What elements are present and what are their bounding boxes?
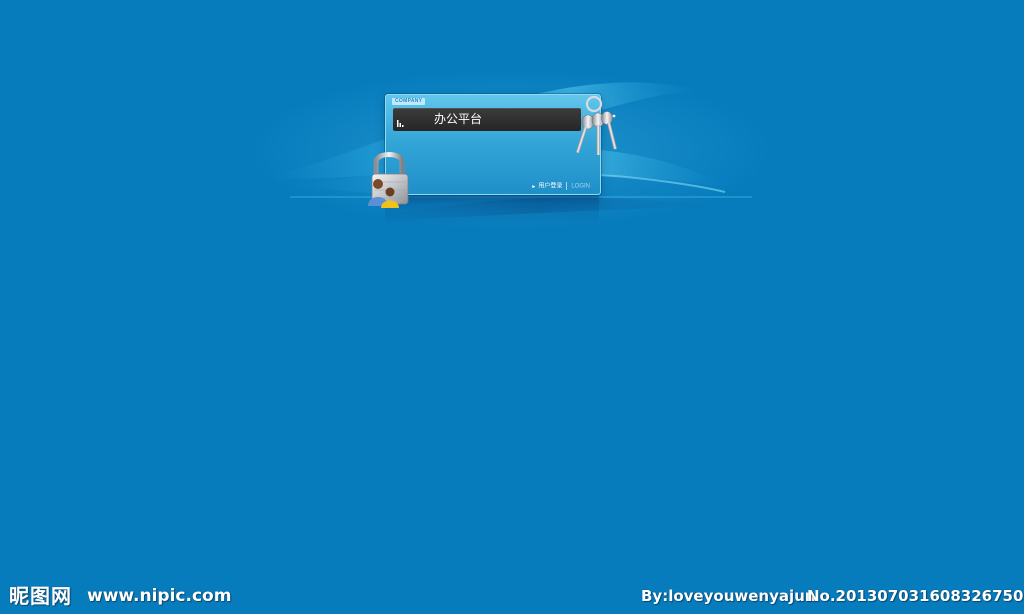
watermark-site-url: www.nipic.com <box>87 586 232 606</box>
watermark-author: By:loveyouwenyajun <box>641 587 816 605</box>
panel-reflection <box>385 195 599 225</box>
panel-footer: ► 用户登录 LOGIN <box>531 182 590 191</box>
watermark-site-name: 昵图网 <box>9 584 72 608</box>
platform-title: 办公平台 <box>434 112 483 126</box>
footer-divider <box>566 182 568 190</box>
background-swoosh <box>250 70 770 230</box>
keys-icon <box>575 95 617 155</box>
signal-bars-icon <box>397 120 404 127</box>
login-page-background: COMPANY 办公平台 ► 用户登录 LOGIN 昵图网 www.nipic.… <box>0 0 1024 614</box>
padlock-users-icon <box>368 152 409 208</box>
arrow-right-icon: ► <box>531 183 537 190</box>
watermark-number: No.20130703160832675000 <box>807 587 1024 605</box>
login-panel: COMPANY 办公平台 ► 用户登录 LOGIN <box>385 94 601 195</box>
user-login-link[interactable]: 用户登录 <box>538 184 562 190</box>
login-en-label[interactable]: LOGIN <box>571 184 590 190</box>
company-tag: COMPANY <box>392 98 426 105</box>
title-bar: 办公平台 <box>393 108 581 131</box>
